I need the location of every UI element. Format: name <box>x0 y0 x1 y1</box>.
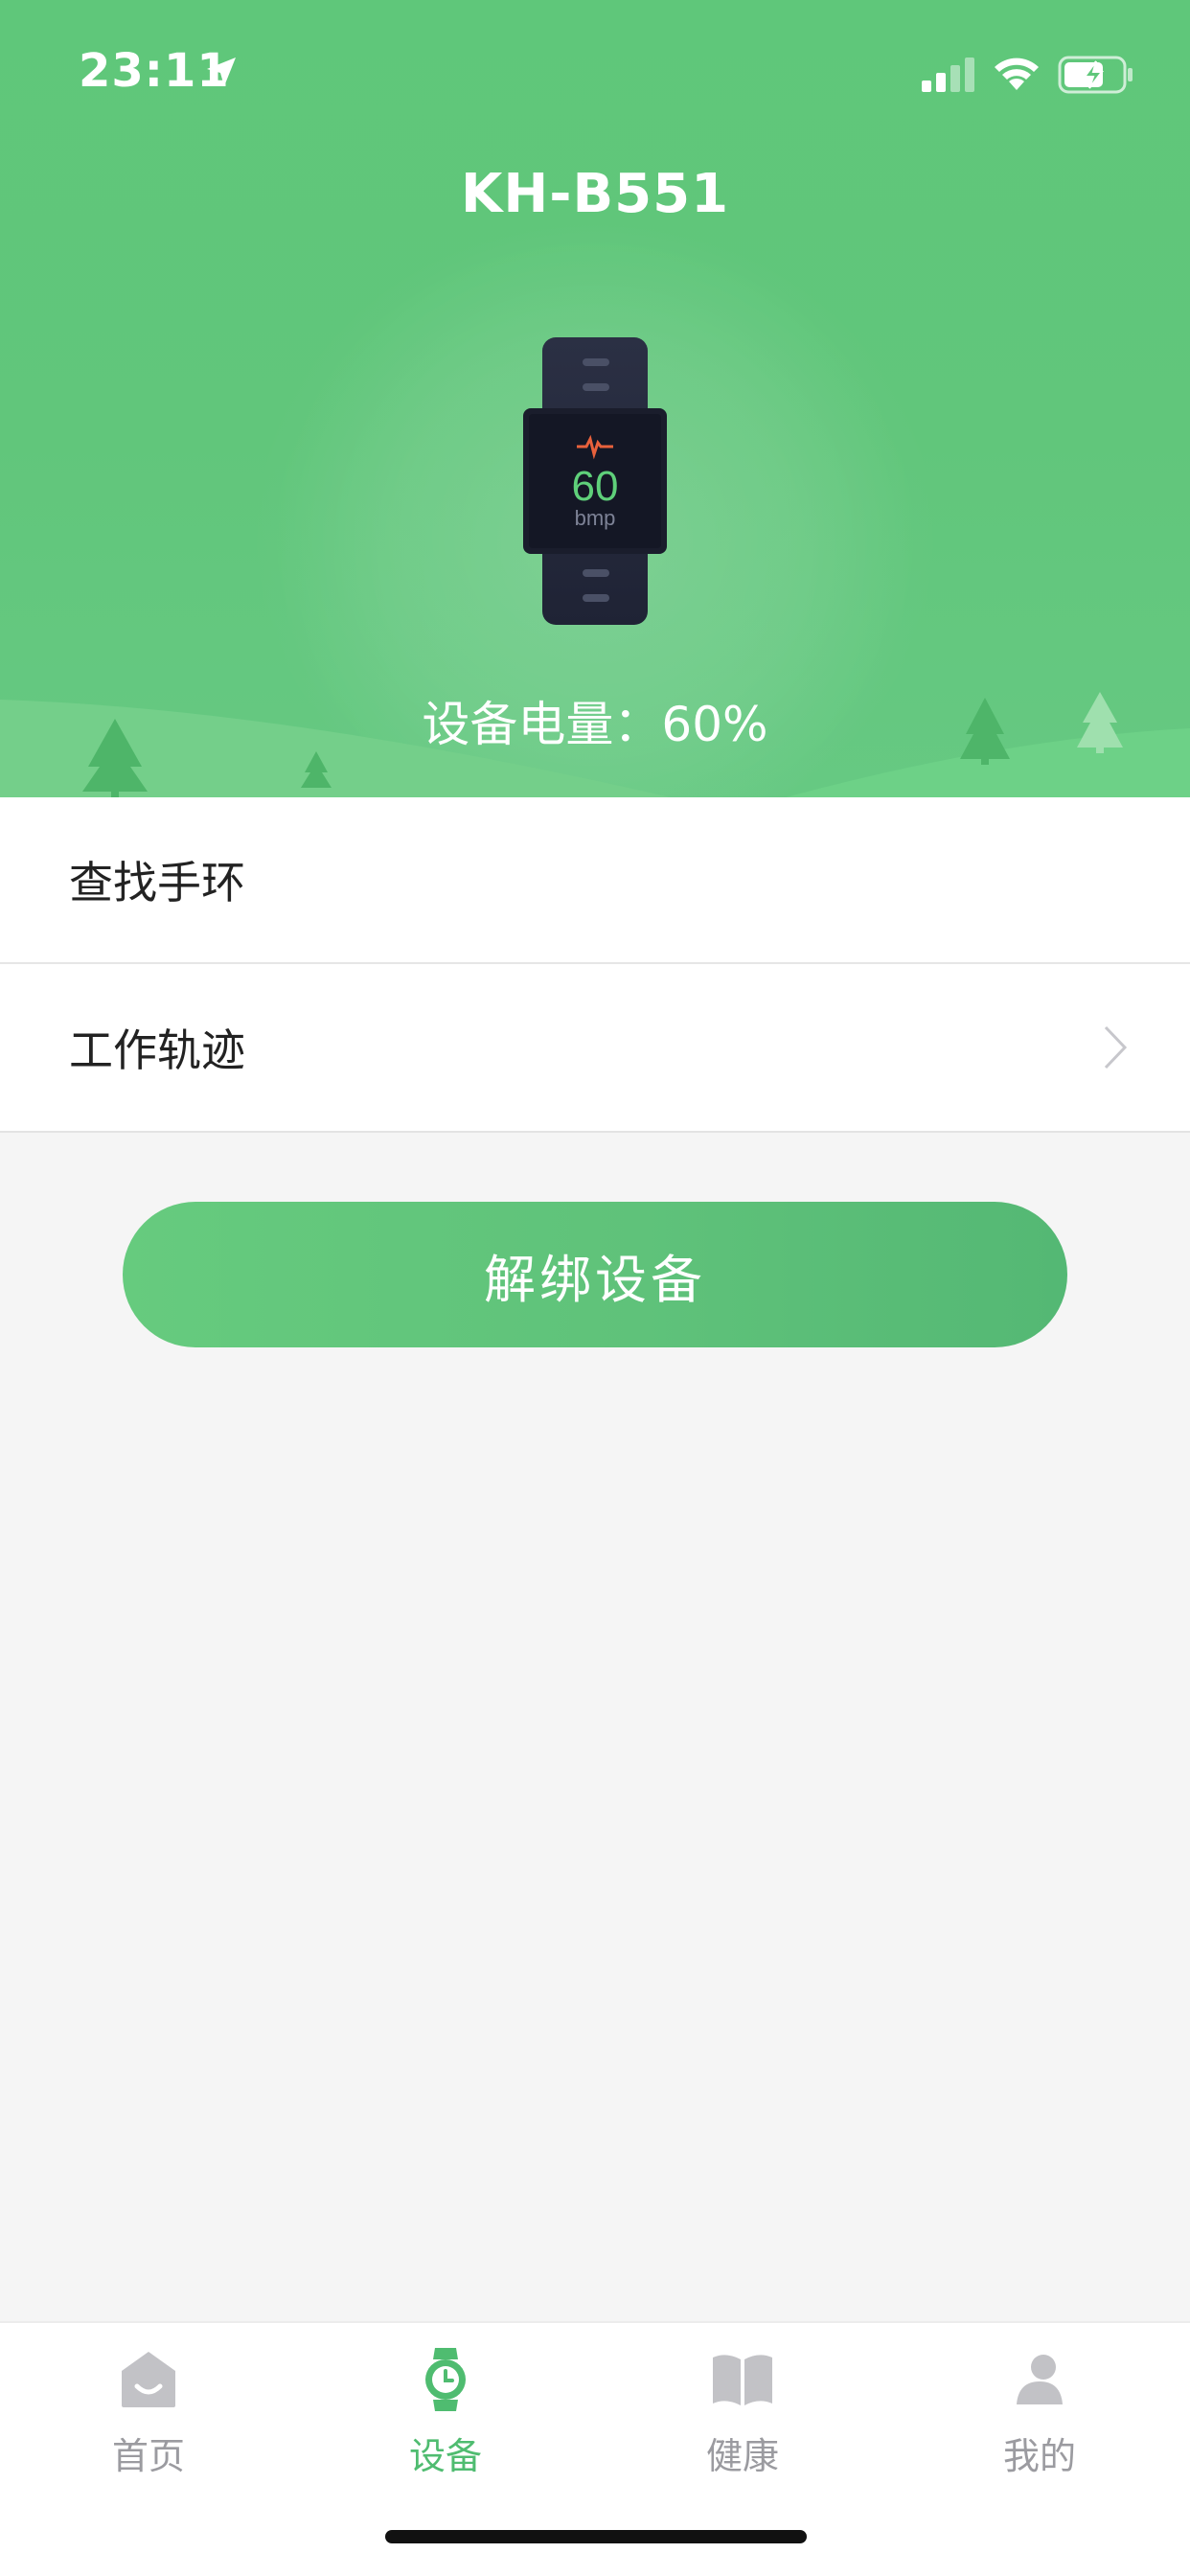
chevron-right-icon <box>1104 1025 1128 1070</box>
device-options-list: 查找手环 工作轨迹 <box>0 797 1190 1133</box>
unbind-device-button[interactable]: 解绑设备 <box>123 1202 1067 1347</box>
cellular-signal-icon <box>922 58 974 92</box>
tab-mine[interactable]: 我的 <box>891 2323 1188 2515</box>
list-item-find-band[interactable]: 查找手环 <box>0 797 1190 964</box>
wifi-icon <box>995 58 1039 90</box>
wristband-image: 60 bmp <box>523 337 667 625</box>
tab-home[interactable]: 首页 <box>0 2323 297 2515</box>
tab-label: 设备 <box>408 2435 482 2477</box>
battery-charging-icon <box>1058 56 1133 94</box>
list-item-label: 工作轨迹 <box>69 1024 245 1076</box>
book-icon <box>713 2355 772 2405</box>
watch-icon <box>425 2348 466 2411</box>
tab-health[interactable]: 健康 <box>594 2323 891 2515</box>
home-indicator[interactable] <box>385 2530 807 2543</box>
battery-level-text: 设备电量：60% <box>422 697 768 752</box>
home-icon <box>122 2352 175 2407</box>
tab-label: 首页 <box>111 2435 185 2477</box>
device-header: 23:11 KH-B551 60 bmp 设备电量：60% <box>0 0 1190 797</box>
location-arrow-icon <box>207 58 236 86</box>
list-item-label: 查找手环 <box>69 857 245 908</box>
tab-label: 健康 <box>705 2435 779 2477</box>
band-unit: bmp <box>575 506 616 530</box>
device-name: KH-B551 <box>460 163 730 225</box>
band-heart-rate: 60 <box>572 463 619 510</box>
tab-label: 我的 <box>1002 2435 1076 2477</box>
person-icon <box>1017 2355 1063 2404</box>
tab-device[interactable]: 设备 <box>297 2323 594 2515</box>
list-item-work-track[interactable]: 工作轨迹 <box>0 964 1190 1133</box>
